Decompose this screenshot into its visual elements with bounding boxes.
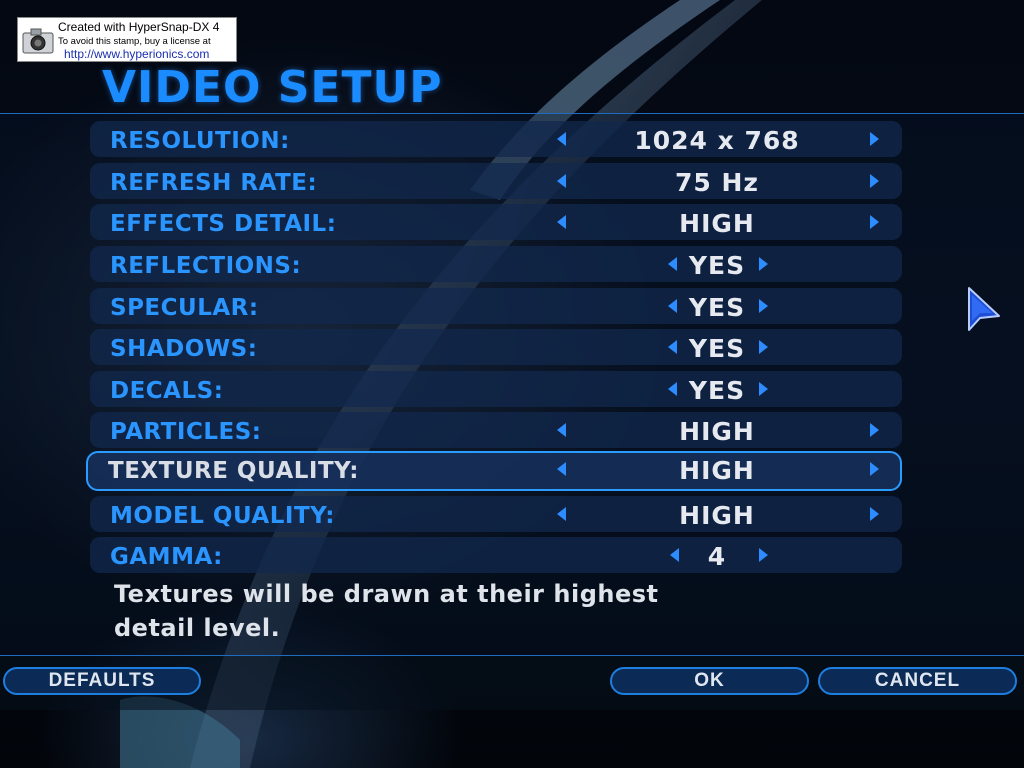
setting-row-model-quality[interactable]: MODEL QUALITY: HIGH [90,496,902,532]
setting-label: PARTICLES: [110,419,262,445]
setting-value: 4 [707,542,727,571]
setting-label: RESOLUTION: [110,128,290,154]
setting-value: YES [688,376,746,405]
setting-row-reflections[interactable]: REFLECTIONS: YES [90,246,902,282]
setting-label: DECALS: [110,378,224,404]
setting-value: YES [688,293,746,322]
setting-value: YES [688,334,746,363]
setting-row-gamma[interactable]: GAMMA: 4 [90,537,902,573]
left-arrow-icon[interactable] [557,215,566,229]
setting-row-specular[interactable]: SPECULAR: YES [90,288,902,324]
stamp-link: http://www.hyperionics.com [64,47,210,61]
setting-label: MODEL QUALITY: [110,503,335,529]
defaults-button[interactable]: DEFAULTS [3,667,201,695]
setting-value: HIGH [679,456,755,485]
right-arrow-icon[interactable] [870,462,879,476]
setting-description: Textures will be drawn at their highest … [114,580,659,642]
setting-row-effects-detail[interactable]: EFFECTS DETAIL: HIGH [90,204,902,240]
setting-value: HIGH [679,417,755,446]
setting-value: 1024 x 768 [634,126,800,155]
camera-icon [22,28,54,54]
setting-label: SPECULAR: [110,295,259,321]
setting-value: HIGH [679,209,755,238]
cancel-button[interactable]: CANCEL [818,667,1017,695]
setting-row-decals[interactable]: DECALS: YES [90,371,902,407]
left-arrow-icon[interactable] [557,132,566,146]
right-arrow-icon[interactable] [870,423,879,437]
stamp-line-2: To avoid this stamp, buy a license at [58,36,211,47]
right-arrow-icon[interactable] [759,257,768,271]
setting-value: HIGH [679,501,755,530]
panel-top-divider [0,113,1024,114]
setting-label: EFFECTS DETAIL: [110,211,337,237]
page-title: VIDEO SETUP [102,62,443,113]
right-arrow-icon[interactable] [759,340,768,354]
setting-value: YES [688,251,746,280]
right-arrow-icon[interactable] [759,299,768,313]
left-arrow-icon[interactable] [557,423,566,437]
setting-row-particles[interactable]: PARTICLES: HIGH [90,412,902,448]
hypersnap-watermark: Created with HyperSnap-DX 4 To avoid thi… [17,17,237,62]
right-arrow-icon[interactable] [870,507,879,521]
setting-label: REFRESH RATE: [110,170,318,196]
setting-row-texture-quality[interactable]: TEXTURE QUALITY: HIGH [86,451,902,491]
stamp-line-1: Created with HyperSnap-DX 4 [58,20,220,34]
pointer-cursor-icon [968,287,1000,331]
right-arrow-icon[interactable] [870,215,879,229]
right-arrow-icon[interactable] [870,174,879,188]
right-arrow-icon[interactable] [759,548,768,562]
setting-label: GAMMA: [110,544,223,570]
setting-label: TEXTURE QUALITY: [108,458,360,484]
right-arrow-icon[interactable] [870,132,879,146]
setting-value: 75 Hz [675,168,759,197]
ok-button[interactable]: OK [610,667,809,695]
left-arrow-icon[interactable] [557,174,566,188]
left-arrow-icon[interactable] [557,462,566,476]
setting-row-shadows[interactable]: SHADOWS: YES [90,329,902,365]
setting-row-resolution[interactable]: RESOLUTION: 1024 x 768 [90,121,902,157]
setting-label: REFLECTIONS: [110,253,302,279]
setting-row-refresh-rate[interactable]: REFRESH RATE: 75 Hz [90,163,902,199]
right-arrow-icon[interactable] [759,382,768,396]
setting-label: SHADOWS: [110,336,258,362]
left-arrow-icon[interactable] [557,507,566,521]
